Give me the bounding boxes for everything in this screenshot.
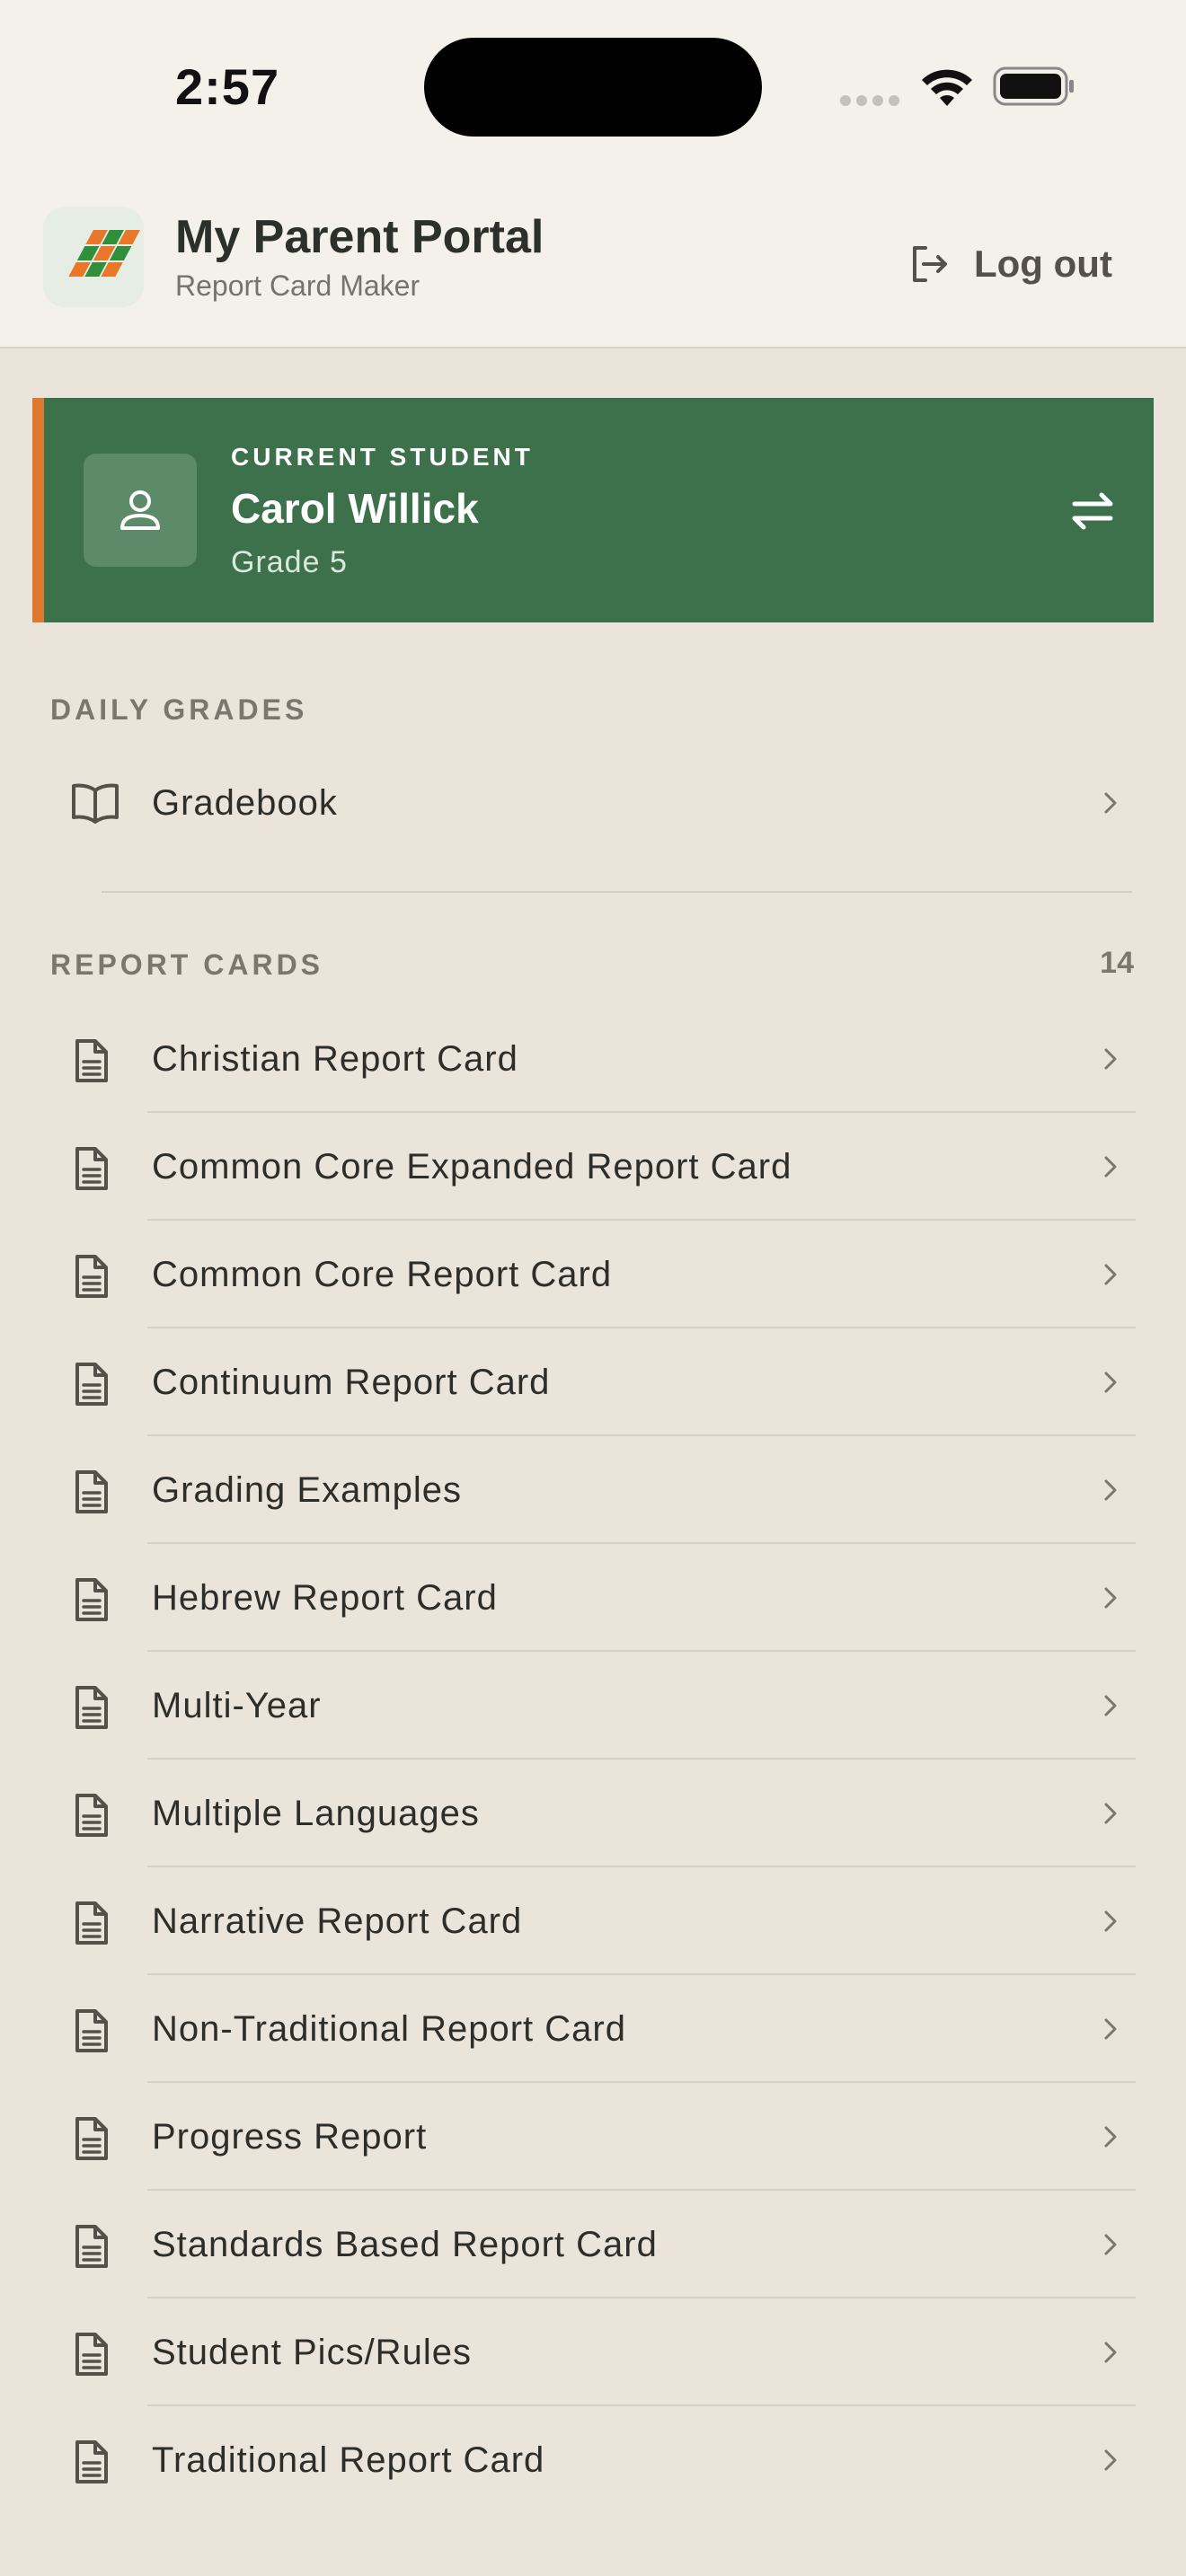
logout-label: Log out bbox=[974, 243, 1112, 285]
chevron-right-icon bbox=[1104, 1910, 1117, 1932]
report-card-label: Traditional Report Card bbox=[152, 2440, 545, 2480]
card-accent-bar bbox=[32, 398, 44, 622]
chevron-right-icon bbox=[1104, 2234, 1117, 2255]
report-card-label: Hebrew Report Card bbox=[152, 1578, 498, 1618]
document-icon bbox=[75, 2225, 108, 2268]
report-card-label: Common Core Report Card bbox=[152, 1255, 613, 1294]
report-card-label: Student Pics/Rules bbox=[152, 2333, 472, 2372]
report-card-label: Narrative Report Card bbox=[152, 1901, 523, 1941]
chevron-right-icon bbox=[1104, 2342, 1117, 2363]
status-time: 2:57 bbox=[175, 58, 280, 115]
document-icon bbox=[75, 1686, 108, 1729]
chevron-right-icon bbox=[1104, 1264, 1117, 1285]
report-card-label: Standards Based Report Card bbox=[152, 2225, 658, 2264]
document-icon bbox=[75, 2117, 108, 2160]
daily-grades-header: DAILY GRADES bbox=[50, 693, 308, 726]
chevron-right-icon bbox=[1104, 1479, 1117, 1501]
report-card-row[interactable]: Standards Based Report Card bbox=[50, 2191, 1136, 2298]
report-card-label: Non-Traditional Report Card bbox=[152, 2009, 626, 2049]
document-icon bbox=[75, 1901, 108, 1945]
report-card-row[interactable]: Hebrew Report Card bbox=[50, 1544, 1136, 1652]
logout-button[interactable]: Log out bbox=[907, 235, 1112, 293]
battery-icon bbox=[993, 66, 1074, 106]
report-card-row[interactable]: Student Pics/Rules bbox=[50, 2298, 1136, 2406]
document-icon bbox=[75, 1363, 108, 1406]
report-cards-header: REPORT CARDS bbox=[50, 948, 324, 981]
report-card-label: Progress Report bbox=[152, 2117, 428, 2157]
report-card-row[interactable]: Common Core Expanded Report Card bbox=[50, 1113, 1136, 1221]
section-divider bbox=[102, 891, 1132, 893]
report-card-row[interactable]: Multi-Year bbox=[50, 1652, 1136, 1760]
chevron-right-icon bbox=[1104, 1803, 1117, 1824]
app-logo bbox=[43, 207, 144, 307]
app-title: My Parent Portal bbox=[175, 211, 544, 263]
switch-student-icon[interactable] bbox=[1066, 484, 1120, 538]
student-avatar bbox=[84, 454, 197, 567]
report-card-row[interactable]: Grading Examples bbox=[50, 1436, 1136, 1544]
report-cards-count: 14 bbox=[1100, 946, 1134, 980]
chevron-right-icon bbox=[1104, 792, 1117, 814]
current-student-label: CURRENT STUDENT bbox=[231, 443, 534, 471]
app-subtitle: Report Card Maker bbox=[175, 269, 420, 302]
report-card-row[interactable]: Continuum Report Card bbox=[50, 1328, 1136, 1436]
document-icon bbox=[75, 1578, 108, 1621]
logout-icon bbox=[913, 246, 947, 282]
dynamic-island bbox=[424, 38, 762, 137]
document-icon bbox=[75, 2009, 108, 2052]
document-icon bbox=[75, 1794, 108, 1837]
app-header: My Parent Portal Report Card Maker Log o… bbox=[0, 171, 1186, 348]
document-icon bbox=[75, 1470, 108, 1513]
status-bar: 2:57 bbox=[0, 0, 1186, 171]
report-card-row[interactable]: Traditional Report Card bbox=[50, 2406, 1136, 2514]
chevron-right-icon bbox=[1104, 2449, 1117, 2471]
report-card-label: Continuum Report Card bbox=[152, 1363, 551, 1402]
person-icon bbox=[120, 490, 160, 530]
chevron-right-icon bbox=[1104, 1587, 1117, 1609]
report-card-row[interactable]: Progress Report bbox=[50, 2083, 1136, 2191]
chevron-right-icon bbox=[1104, 1372, 1117, 1393]
report-card-row[interactable]: Christian Report Card bbox=[50, 1005, 1136, 1113]
document-icon bbox=[75, 2333, 108, 2376]
current-student-card[interactable]: CURRENT STUDENT Carol Willick Grade 5 bbox=[32, 398, 1154, 622]
chevron-right-icon bbox=[1104, 1048, 1117, 1070]
student-grade: Grade 5 bbox=[231, 545, 348, 579]
document-icon bbox=[75, 1039, 108, 1082]
student-name: Carol Willick bbox=[231, 485, 479, 532]
document-icon bbox=[75, 1255, 108, 1298]
chevron-right-icon bbox=[1104, 2018, 1117, 2040]
wifi-icon bbox=[922, 69, 972, 106]
gradebook-row[interactable]: Gradebook bbox=[50, 749, 1136, 857]
report-card-label: Christian Report Card bbox=[152, 1039, 518, 1079]
report-card-label: Grading Examples bbox=[152, 1470, 463, 1510]
report-card-label: Multiple Languages bbox=[152, 1794, 480, 1833]
chevron-right-icon bbox=[1104, 2126, 1117, 2148]
report-card-label: Common Core Expanded Report Card bbox=[152, 1147, 792, 1187]
report-card-row[interactable]: Multiple Languages bbox=[50, 1760, 1136, 1867]
document-icon bbox=[75, 2440, 108, 2483]
report-card-row[interactable]: Non-Traditional Report Card bbox=[50, 1975, 1136, 2083]
report-card-row[interactable]: Common Core Report Card bbox=[50, 1221, 1136, 1328]
report-card-label: Multi-Year bbox=[152, 1686, 322, 1725]
gradebook-label: Gradebook bbox=[152, 783, 338, 823]
book-open-icon bbox=[72, 783, 119, 824]
document-icon bbox=[75, 1147, 108, 1190]
cellular-signal-icon bbox=[840, 95, 899, 106]
chevron-right-icon bbox=[1104, 1695, 1117, 1716]
report-card-row[interactable]: Narrative Report Card bbox=[50, 1867, 1136, 1975]
chevron-right-icon bbox=[1104, 1156, 1117, 1178]
